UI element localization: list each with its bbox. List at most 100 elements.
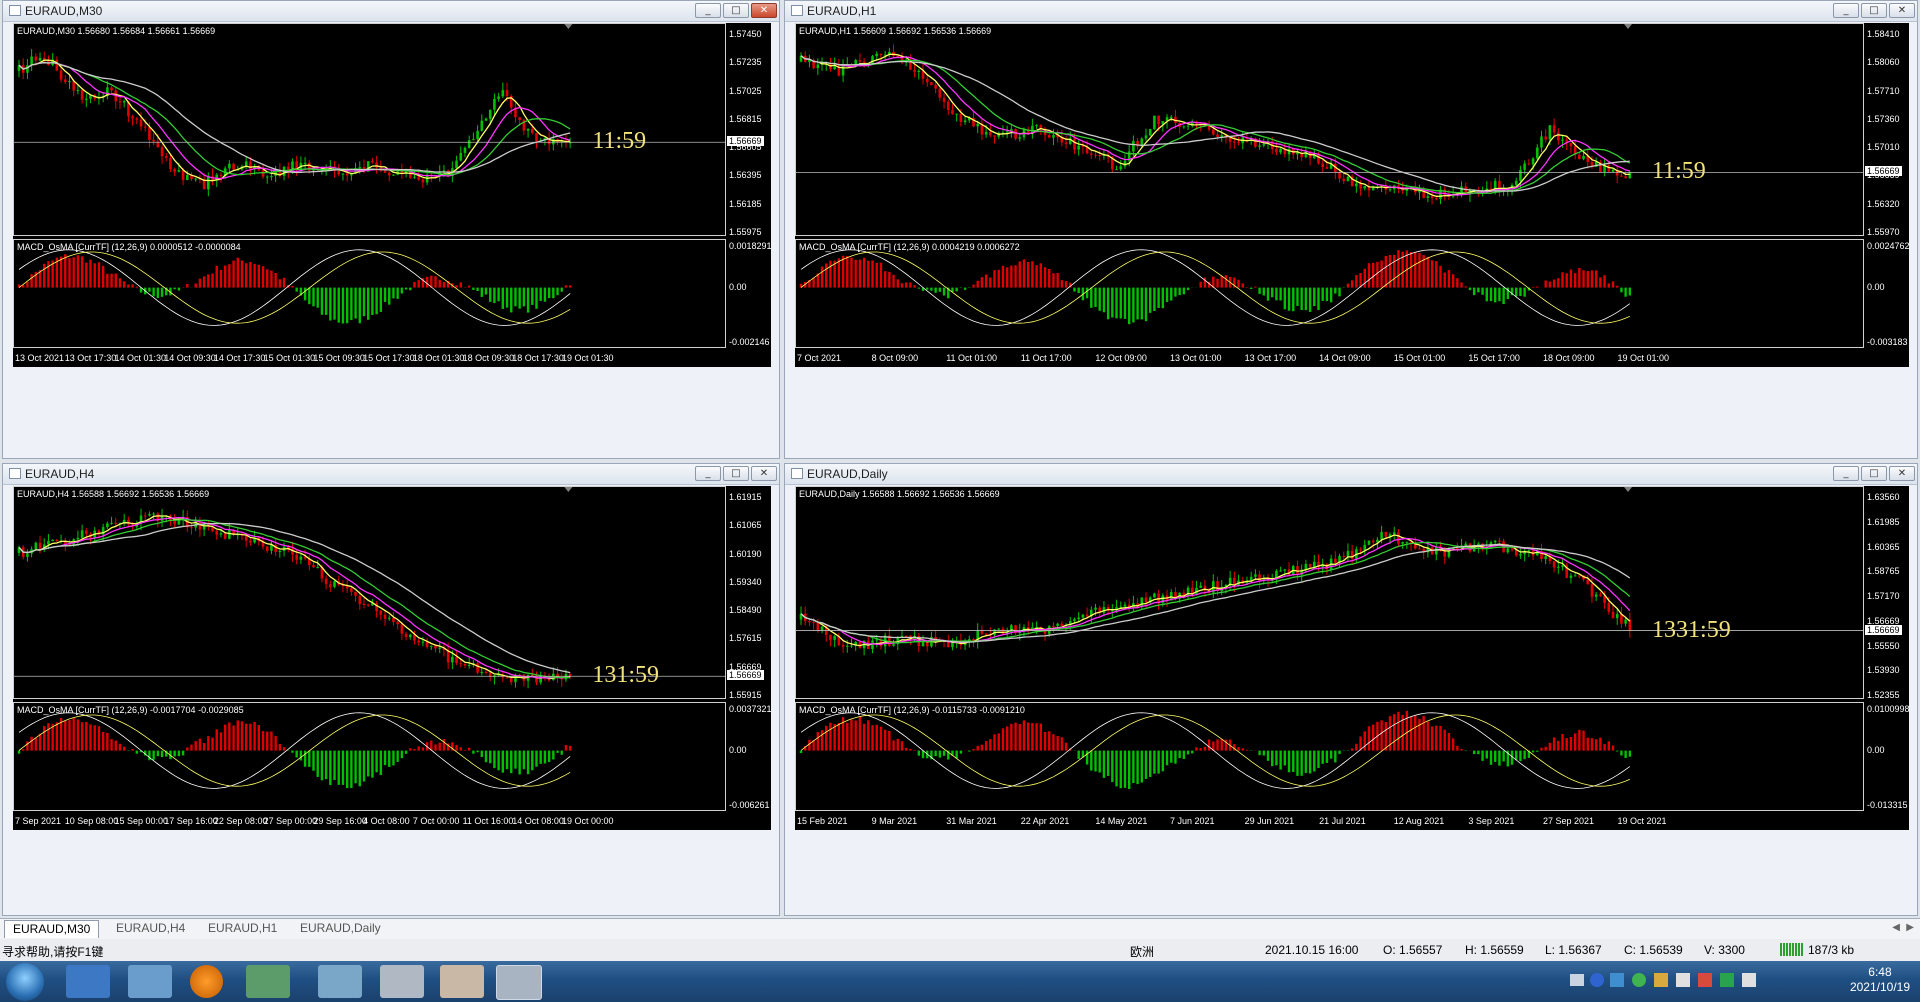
macd-histogram-bar xyxy=(854,259,857,288)
macd-histogram-bar xyxy=(1325,750,1329,763)
macd-histogram-bar xyxy=(1443,729,1446,751)
chart-canvas[interactable]: EURAUD,M30 1.56680 1.56684 1.56661 1.566… xyxy=(13,23,772,367)
candle-body xyxy=(366,604,370,606)
window-titlebar[interactable]: EURAUD,H1 _ □ ✕ xyxy=(785,1,1917,22)
candle-body xyxy=(1426,196,1430,198)
macd-histogram-bar xyxy=(1582,730,1585,751)
candle-body xyxy=(1397,532,1400,544)
macd-histogram-bar xyxy=(1586,271,1589,288)
window-titlebar[interactable]: EURAUD,M30 _ □ ✕ xyxy=(3,1,779,22)
macd-signal-line xyxy=(18,251,571,324)
macd-histogram-bar xyxy=(1489,287,1493,302)
time-axis-label: 7 Jun 2021 xyxy=(1169,816,1215,826)
macd-histogram-bar xyxy=(215,265,218,288)
candle-body xyxy=(202,179,206,190)
tab-euraud-m30[interactable]: EURAUD,M30 xyxy=(4,920,100,938)
chart-window-m30[interactable]: EURAUD,M30 _ □ ✕ EURAUD,M30 1.56680 1.566… xyxy=(2,0,780,459)
profile-name[interactable]: 欧洲 xyxy=(1130,943,1154,960)
macd-histogram-bar xyxy=(177,750,181,757)
candle-body xyxy=(278,550,282,552)
candle-body xyxy=(190,527,193,529)
shield-icon[interactable] xyxy=(1610,973,1624,987)
macd-histogram-bar xyxy=(875,724,878,751)
macd-histogram-bar xyxy=(1561,734,1564,751)
keyboard-icon[interactable] xyxy=(1570,974,1584,986)
candle-body xyxy=(850,645,853,647)
chart-window-d1[interactable]: EURAUD,Daily _ □ ✕ EURAUD,Daily 1.56588 1… xyxy=(784,463,1918,916)
maximize-button[interactable]: □ xyxy=(723,466,749,481)
wechat-tray-icon[interactable] xyxy=(1632,973,1646,987)
macd-histogram-bar xyxy=(1464,286,1467,288)
candle-body xyxy=(997,628,1001,630)
minimize-button[interactable]: _ xyxy=(1833,466,1859,481)
window-titlebar[interactable]: EURAUD,Daily _ □ ✕ xyxy=(785,464,1917,485)
macd-histogram-bar xyxy=(1481,287,1484,295)
files-icon[interactable] xyxy=(318,965,362,998)
minimize-button[interactable]: _ xyxy=(1833,3,1859,18)
network-icon[interactable] xyxy=(1654,973,1668,987)
tab-scroll-left-icon[interactable]: ◀ xyxy=(1892,922,1900,933)
clock[interactable]: 6:48 2021/10/19 xyxy=(1850,965,1910,995)
macd-histogram-bar xyxy=(938,750,942,758)
macd-histogram-bar xyxy=(1005,726,1009,751)
window-titlebar[interactable]: EURAUD,H4 _ □ ✕ xyxy=(3,464,779,485)
time-axis-label: 19 Oct 01:30 xyxy=(562,353,614,363)
tab-euraud-daily[interactable]: EURAUD,Daily xyxy=(292,920,389,938)
maximize-button[interactable]: □ xyxy=(1861,466,1887,481)
maximize-button[interactable]: □ xyxy=(1861,3,1887,18)
chart-canvas[interactable]: EURAUD,Daily 1.56588 1.56692 1.56536 1.5… xyxy=(795,486,1910,830)
close-button[interactable]: ✕ xyxy=(1889,466,1915,481)
symbol-header: EURAUD,M30 1.56680 1.56684 1.56661 1.566… xyxy=(17,26,216,36)
macd-histogram-bar xyxy=(1414,252,1417,288)
candle-body xyxy=(1359,183,1362,189)
macd-histogram-bar xyxy=(261,266,265,288)
connection-bars-icon xyxy=(1780,943,1804,956)
candle-body xyxy=(249,540,252,543)
candle-body xyxy=(80,90,84,100)
chart-window-h4[interactable]: EURAUD,H4 _ □ ✕ EURAUD,H4 1.56588 1.56692… xyxy=(2,463,780,916)
metatrader-taskbar-icon[interactable] xyxy=(496,965,542,1000)
desktop-icon[interactable] xyxy=(66,965,110,998)
minimize-button[interactable]: _ xyxy=(695,3,721,18)
chart-canvas[interactable]: EURAUD,H4 1.56588 1.56692 1.56536 1.5666… xyxy=(13,486,772,830)
paint-icon[interactable] xyxy=(440,965,484,998)
wechat-icon[interactable] xyxy=(246,965,290,998)
candle-body xyxy=(345,173,349,176)
close-button[interactable]: ✕ xyxy=(1889,3,1915,18)
control-panel-icon[interactable] xyxy=(128,965,172,998)
macd-histogram-bar xyxy=(976,280,979,288)
app-icon[interactable] xyxy=(380,965,424,998)
macd-histogram-bar xyxy=(1161,287,1165,309)
tab-scroll-right-icon[interactable]: ▶ xyxy=(1906,922,1914,933)
candle-body xyxy=(379,611,383,615)
macd-histogram-bar xyxy=(358,287,361,324)
macd-histogram-bar xyxy=(926,287,929,290)
volume-icon[interactable] xyxy=(1676,973,1690,987)
tab-euraud-h1[interactable]: EURAUD,H1 xyxy=(200,920,285,938)
candle-body xyxy=(207,176,210,190)
macd-histogram-bar xyxy=(1317,287,1320,311)
macd-histogram-bar xyxy=(1494,287,1497,303)
browser-icon[interactable] xyxy=(190,965,223,998)
maximize-button[interactable]: □ xyxy=(723,3,749,18)
macd-histogram-bar xyxy=(888,730,891,751)
macd-histogram-bar xyxy=(1447,733,1451,751)
candle-body xyxy=(820,626,824,631)
candle-body xyxy=(963,120,967,123)
macd-histogram-bar xyxy=(38,733,42,751)
macd-histogram-bar xyxy=(438,279,441,288)
macd-histogram-bar xyxy=(1085,287,1089,299)
macd-histogram-bar xyxy=(1468,287,1472,291)
start-button[interactable] xyxy=(6,963,44,1001)
minimize-button[interactable]: _ xyxy=(695,466,721,481)
close-button[interactable]: ✕ xyxy=(751,466,777,481)
antivirus-icon[interactable] xyxy=(1698,973,1712,987)
speaker-icon[interactable] xyxy=(1742,973,1756,987)
macd-histogram-bar xyxy=(97,726,101,751)
close-button[interactable]: ✕ xyxy=(751,3,777,18)
tab-euraud-h4[interactable]: EURAUD,H4 xyxy=(108,920,193,938)
chart-window-h1[interactable]: EURAUD,H1 _ □ ✕ EURAUD,H1 1.56609 1.56692… xyxy=(784,0,1918,459)
update-icon[interactable] xyxy=(1720,973,1734,987)
chart-canvas[interactable]: EURAUD,H1 1.56609 1.56692 1.56536 1.5666… xyxy=(795,23,1910,367)
help-icon[interactable] xyxy=(1590,973,1604,987)
